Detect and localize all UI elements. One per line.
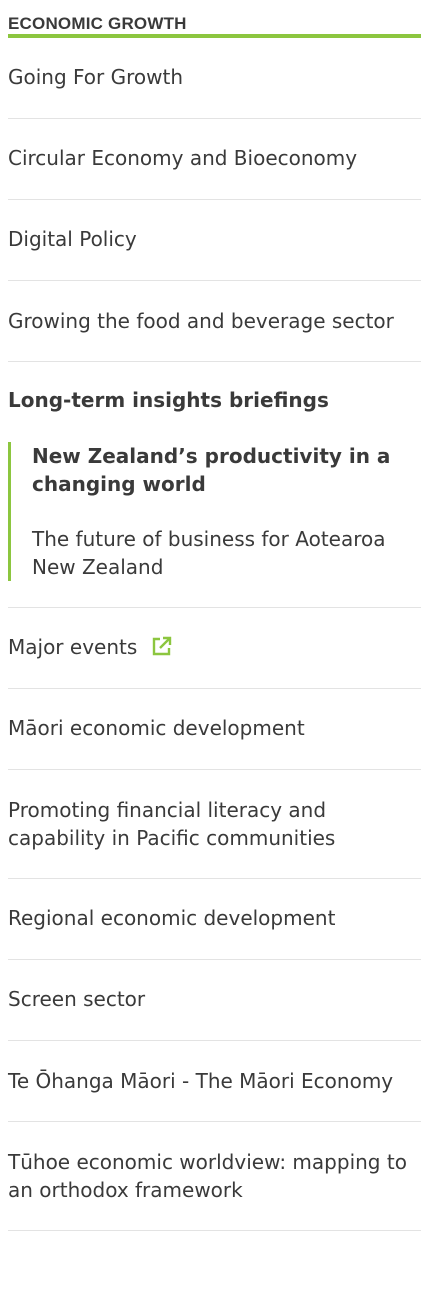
nav-item-going-for-growth[interactable]: Going For Growth [8,38,421,119]
nav-item-screen-sector[interactable]: Screen sector [8,960,421,1041]
nav-item-regional-economic-development[interactable]: Regional economic development [8,879,421,960]
nav-item-digital-policy[interactable]: Digital Policy [8,200,421,281]
nav-title: ECONOMIC GROWTH [8,14,187,33]
nav-item-food-beverage[interactable]: Growing the food and beverage sector [8,281,421,362]
sub-nav-item-future-of-business[interactable]: The future of business for Aotearoa New … [32,525,421,581]
nav-item-te-ohanga-maori[interactable]: Te Ōhanga Māori - The Māori Economy [8,1041,421,1122]
sub-navigation-list: New Zealand’s productivity in a changing… [8,442,421,581]
nav-item-major-events[interactable]: Major events [8,608,421,689]
nav-section-long-term-insights: Long-term insights briefings New Zealand… [8,362,421,608]
nav-item-financial-literacy[interactable]: Promoting financial literacy and capabil… [8,770,421,879]
nav-item-maori-economic-development[interactable]: Māori economic development [8,689,421,770]
nav-item-major-events-label: Major events [8,635,138,659]
sub-nav-item-productivity[interactable]: New Zealand’s productivity in a changing… [32,442,421,498]
side-navigation: ECONOMIC GROWTH Going For Growth Circula… [8,0,421,1231]
nav-item-long-term-insights[interactable]: Long-term insights briefings [8,386,421,414]
nav-item-tuhoe-worldview[interactable]: Tūhoe economic worldview: mapping to an … [8,1122,421,1231]
nav-item-circular-economy[interactable]: Circular Economy and Bioeconomy [8,119,421,200]
external-link-icon [153,636,172,656]
